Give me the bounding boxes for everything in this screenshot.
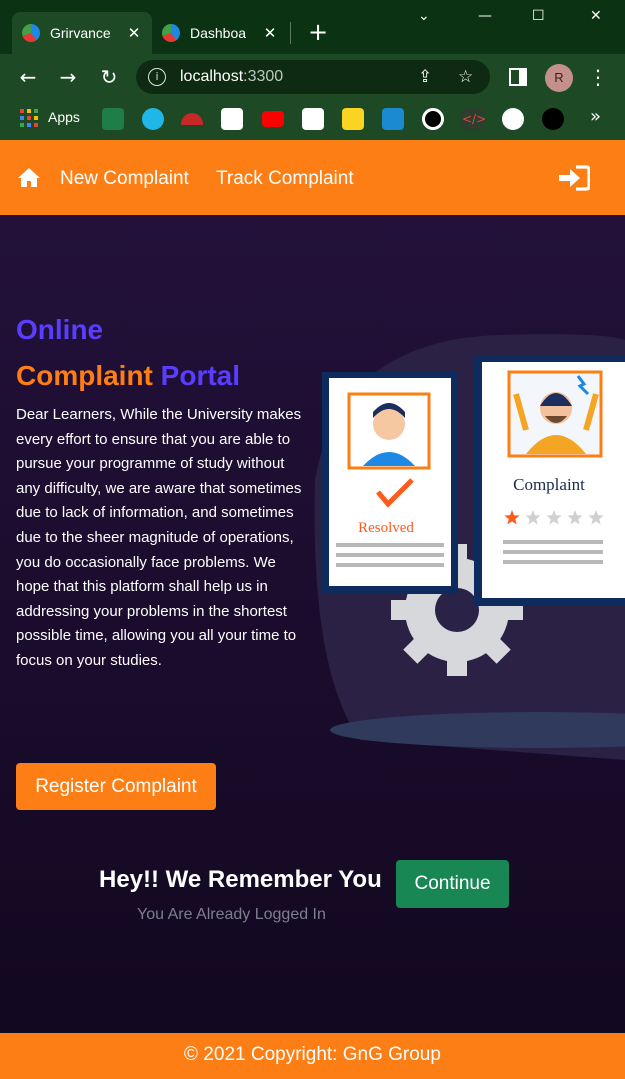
browser-tab[interactable]: Dashboa ✕ (152, 12, 288, 54)
reload-icon[interactable]: ↻ (96, 64, 122, 90)
github-bookmark-icon[interactable] (502, 108, 524, 130)
address-host: localhost (180, 68, 244, 85)
gmail-bookmark-icon[interactable] (221, 108, 243, 130)
apps-label[interactable]: Apps (48, 109, 80, 125)
tab-search-icon[interactable]: ⌄ (418, 8, 430, 24)
login-icon[interactable] (558, 165, 590, 191)
hero-title-line2: Complaint Portal (16, 360, 240, 392)
browser-tabstrip: Grirvance ✕ Dashboa ✕ + ⌄ — ☐ ✕ (0, 0, 625, 54)
nav-new-complaint[interactable]: New Complaint (60, 168, 189, 190)
address-port: :3300 (243, 68, 284, 85)
minimize-icon[interactable]: — (478, 8, 492, 24)
excel-bookmark-icon[interactable] (102, 108, 124, 130)
resolved-label: Resolved (358, 520, 414, 536)
hero-title-portal: Portal (160, 360, 241, 391)
register-complaint-button[interactable]: Register Complaint (16, 763, 216, 810)
footer-copyright: © 2021 Copyright: GnG Group (0, 1033, 625, 1079)
tab-close-icon[interactable]: ✕ (126, 24, 142, 42)
tab-divider (290, 22, 291, 44)
browser-toolbar: ← → ↻ i localhost:3300 ⇪ ☆ ⋮ (0, 54, 625, 100)
remember-heading: Hey!! We Remember You (99, 866, 382, 893)
browser-tab-active[interactable]: Grirvance ✕ (12, 12, 152, 54)
hero-title-line1: Online (16, 314, 104, 345)
amazon-bookmark-icon[interactable] (302, 108, 324, 130)
complaint-illustration: Resolved Complaint (314, 334, 625, 760)
continue-button[interactable]: Continue (396, 860, 509, 908)
apps-grid-icon[interactable] (20, 109, 38, 127)
profile-avatar[interactable]: R (545, 64, 573, 92)
code-bookmark-icon[interactable]: </> (462, 108, 486, 130)
hero-description: Dear Learners, While the University make… (16, 406, 302, 669)
logged-in-subtitle: You Are Already Logged In (137, 906, 326, 923)
arrow-bookmark-icon[interactable] (382, 108, 404, 130)
window-close-icon[interactable]: ✕ (590, 8, 602, 24)
home-icon[interactable] (17, 167, 41, 188)
back-icon[interactable]: ← (15, 64, 41, 90)
nav-track-complaint[interactable]: Track Complaint (216, 168, 354, 190)
youtube-bookmark-icon[interactable] (262, 111, 284, 127)
address-bar[interactable]: i localhost:3300 ⇪ ☆ (136, 60, 490, 94)
site-favicon-icon (22, 24, 40, 42)
flipkart-bookmark-icon[interactable] (342, 108, 364, 130)
new-tab-button[interactable]: + (305, 20, 331, 46)
tab-close-icon[interactable]: ✕ (262, 24, 278, 42)
site-info-icon[interactable]: i (148, 68, 166, 86)
site-favicon-icon (162, 24, 180, 42)
hero-title-complaint: Complaint (16, 360, 153, 391)
tab-title: Grirvance (50, 25, 111, 41)
maximize-icon[interactable]: ☐ (532, 8, 545, 24)
menu-kebab-icon[interactable]: ⋮ (585, 64, 611, 90)
tab-title: Dashboa (190, 25, 247, 41)
bookmarks-overflow-icon[interactable]: » (590, 106, 601, 127)
share-icon[interactable]: ⇪ (418, 67, 432, 87)
triangle-bookmark-icon[interactable] (542, 108, 564, 130)
forward-icon[interactable]: → (55, 64, 81, 90)
bookmark-star-icon[interactable]: ☆ (458, 67, 473, 87)
circle-bookmark-icon[interactable] (422, 108, 444, 130)
pi-bookmark-icon[interactable] (142, 108, 164, 130)
side-panel-icon[interactable] (509, 68, 527, 86)
complaint-card-label: Complaint (513, 475, 585, 494)
